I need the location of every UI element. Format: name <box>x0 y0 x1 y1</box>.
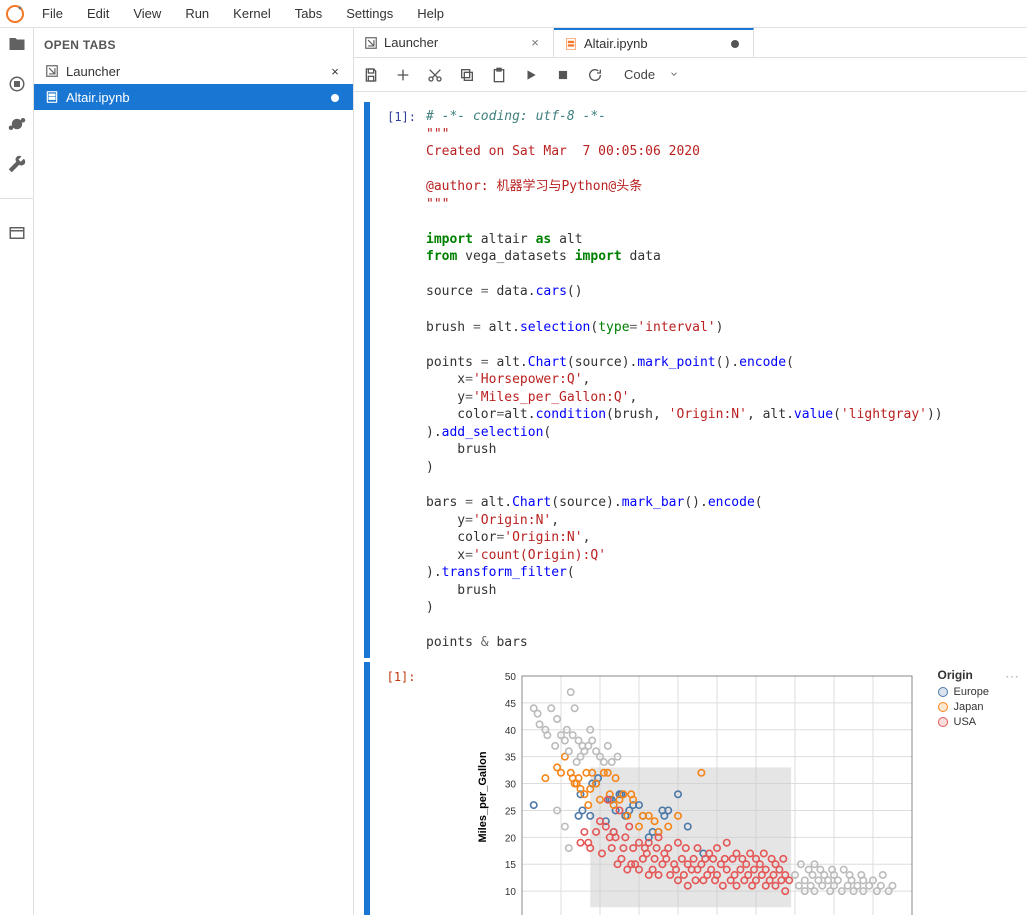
chart-legend: Origin Europe Japan USA <box>938 668 989 915</box>
notebook-body[interactable]: [1]: # -*- coding: utf-8 -*- """ Created… <box>354 92 1027 915</box>
close-icon[interactable]: × <box>527 35 543 50</box>
svg-text:10: 10 <box>504 887 516 898</box>
svg-text:25: 25 <box>504 806 516 817</box>
code-editor[interactable]: # -*- coding: utf-8 -*- """ Created on S… <box>426 108 1027 652</box>
svg-text:40: 40 <box>504 726 516 737</box>
activity-bar <box>0 28 34 915</box>
save-button[interactable] <box>362 66 380 84</box>
doc-tab-bar: Launcher × Altair.ipynb <box>354 28 1027 58</box>
open-tab-altair[interactable]: Altair.ipynb <box>34 84 353 110</box>
output-cell: [1]: 10 15 20 25 30 35 40 45 50 Miles_per_Gallon … <box>364 662 1027 915</box>
chart-output: 10 15 20 25 30 35 40 45 50 Miles_per_Gallon Origi… <box>426 668 1027 915</box>
notebook-icon <box>564 37 578 51</box>
left-panel: OPEN TABS Launcher × Altair.ipynb <box>34 28 354 915</box>
svg-text:50: 50 <box>504 672 516 683</box>
jupyter-logo-icon <box>0 4 30 24</box>
svg-text:30: 30 <box>504 780 516 791</box>
menu-kernel[interactable]: Kernel <box>221 2 283 25</box>
legend-item[interactable]: Japan <box>938 701 989 713</box>
menu-settings[interactable]: Settings <box>334 2 405 25</box>
notebook-toolbar: Code <box>354 58 1027 92</box>
svg-text:35: 35 <box>504 753 516 764</box>
legend-item[interactable]: Europe <box>938 686 989 698</box>
cut-button[interactable] <box>426 66 444 84</box>
running-icon[interactable] <box>7 74 27 94</box>
code-cell[interactable]: [1]: # -*- coding: utf-8 -*- """ Created… <box>364 102 1027 658</box>
more-actions-icon[interactable]: ⋯ <box>1005 668 1021 685</box>
launcher-icon <box>44 63 60 79</box>
add-cell-button[interactable] <box>394 66 412 84</box>
restart-button[interactable] <box>586 66 604 84</box>
dirty-dot-icon <box>327 90 343 105</box>
copy-button[interactable] <box>458 66 476 84</box>
doc-tab-label: Altair.ipynb <box>584 36 727 51</box>
chevron-down-icon <box>669 67 679 82</box>
close-icon[interactable]: × <box>327 64 343 79</box>
celltype-label: Code <box>624 67 655 82</box>
svg-text:45: 45 <box>504 699 516 710</box>
open-tab-label: Launcher <box>66 64 327 79</box>
open-tabs-list: Launcher × Altair.ipynb <box>34 58 353 110</box>
svg-text:15: 15 <box>504 860 516 871</box>
menu-view[interactable]: View <box>121 2 173 25</box>
legend-title: Origin <box>938 668 989 682</box>
commands-icon[interactable] <box>7 114 27 134</box>
open-tab-launcher[interactable]: Launcher × <box>34 58 353 84</box>
open-tab-label: Altair.ipynb <box>66 90 327 105</box>
celltype-select[interactable]: Code <box>618 65 685 84</box>
menu-run[interactable]: Run <box>173 2 221 25</box>
launcher-icon <box>364 36 378 50</box>
editor-area: Launcher × Altair.ipynb Code <box>354 28 1027 915</box>
scatter-chart[interactable]: 10 15 20 25 30 35 40 45 50 Miles_per_Gallon <box>472 668 922 915</box>
svg-text:20: 20 <box>504 833 516 844</box>
doc-tab-launcher[interactable]: Launcher × <box>354 28 554 57</box>
wrench-icon[interactable] <box>7 154 27 174</box>
dirty-dot-icon <box>727 36 743 51</box>
folder-icon[interactable] <box>7 34 27 54</box>
menu-file[interactable]: File <box>30 2 75 25</box>
legend-item[interactable]: USA <box>938 716 989 728</box>
output-prompt: [1]: <box>378 668 426 915</box>
stop-button[interactable] <box>554 66 572 84</box>
menu-bar: File Edit View Run Kernel Tabs Settings … <box>0 0 1027 28</box>
menu-edit[interactable]: Edit <box>75 2 121 25</box>
open-tabs-header: OPEN TABS <box>34 28 353 58</box>
input-prompt: [1]: <box>378 108 426 652</box>
doc-tab-altair[interactable]: Altair.ipynb <box>554 28 754 57</box>
menu-help[interactable]: Help <box>405 2 456 25</box>
svg-text:Miles_per_Gallon: Miles_per_Gallon <box>477 751 489 842</box>
notebook-icon <box>44 89 60 105</box>
menu-tabs[interactable]: Tabs <box>283 2 334 25</box>
doc-tab-label: Launcher <box>384 35 527 50</box>
paste-button[interactable] <box>490 66 508 84</box>
tabs-icon[interactable] <box>7 223 27 243</box>
run-button[interactable] <box>522 66 540 84</box>
